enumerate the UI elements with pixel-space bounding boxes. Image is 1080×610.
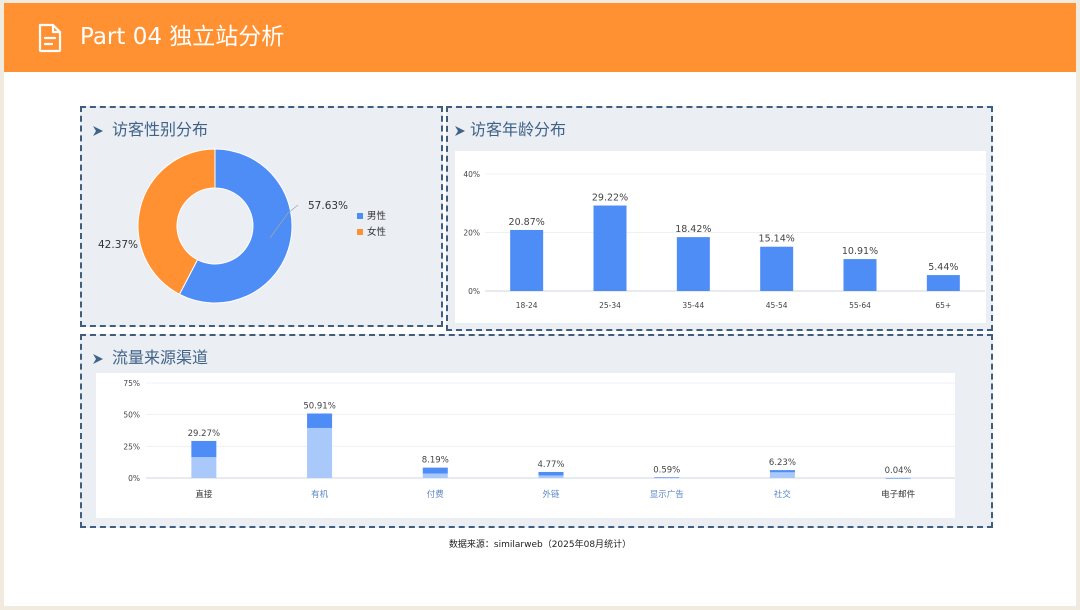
traffic-panel: 流量来源渠道 0% 25% 50% 75% 29.27% 直接 50.91% 有机 8.19% 付… <box>80 334 993 528</box>
y-tick-label-3: 75% <box>123 379 140 388</box>
y-tick-label-2: 40% <box>463 170 480 179</box>
age-panel: 访客年龄分布 0% 20% 40% 20.87% 18-24 29.22% 25-34 18.… <box>446 106 993 331</box>
header-bar: Part 04 独立站分析 <box>4 3 1076 72</box>
y-tick-label-0: 0% <box>128 474 140 483</box>
x-tick-label-0: 直接 <box>195 489 213 500</box>
legend-swatch-0 <box>357 213 363 219</box>
chevron-right-icon <box>455 126 465 136</box>
age-plot-area: 0% 20% 40% 20.87% 18-24 29.22% 25-34 18.42% 35-4… <box>455 151 986 323</box>
source-note: 数据来源：similarweb（2025年08月统计） <box>448 540 632 550</box>
data-label-0: 20.87% <box>509 217 545 228</box>
bar-upper-3 <box>538 471 564 476</box>
data-label-5: 6.23% <box>769 458 796 468</box>
legend-label-0: 男性 <box>367 210 387 222</box>
chevron-right-icon <box>93 354 103 364</box>
data-label-4: 10.91% <box>842 246 878 257</box>
y-tick-label-0: 0% <box>468 287 480 296</box>
bar-5 <box>926 275 960 291</box>
gender-chart: 57.63% 42.37% 男性女性 <box>98 148 387 304</box>
data-label-0: 29.27% <box>188 429 220 439</box>
y-tick-label-1: 20% <box>463 229 480 238</box>
age-panel-title: 访客年龄分布 <box>470 120 567 139</box>
data-label-4: 0.59% <box>653 465 680 475</box>
bar-lower-0 <box>191 457 217 478</box>
bar-1 <box>593 205 627 291</box>
traffic-chart: 0% 25% 50% 75% 29.27% 直接 50.91% 有机 8.19% 付费 4.77% 外… <box>123 379 956 500</box>
legend-label-1: 女性 <box>367 226 387 238</box>
bar-0 <box>510 229 544 291</box>
bar-3 <box>760 246 794 291</box>
bar-lower-1 <box>307 427 333 478</box>
data-label-1: 29.22% <box>592 193 628 204</box>
bar-lower-2 <box>422 473 448 478</box>
bar-lower-5 <box>769 472 795 478</box>
y-tick-label-2: 50% <box>123 411 140 420</box>
x-tick-label-5: 65+ <box>935 301 951 310</box>
bar-upper-4 <box>654 477 680 478</box>
x-tick-label-3: 外链 <box>542 489 560 500</box>
age-chart: 0% 20% 40% 20.87% 18-24 29.22% 25-34 18.42% 35-4… <box>463 170 985 310</box>
x-tick-label-1: 有机 <box>311 489 329 500</box>
x-tick-label-6: 电子邮件 <box>881 489 916 500</box>
data-label-5: 5.44% <box>928 262 958 273</box>
bar-upper-1 <box>307 413 333 428</box>
x-tick-label-2: 付费 <box>427 489 445 500</box>
gender-panel: 访客性别分布 57.63% 42.37% 男性 女性 <box>80 106 443 327</box>
data-label-2: 18.42% <box>675 224 711 235</box>
data-label-6: 0.04% <box>885 466 912 476</box>
x-tick-label-0: 18-24 <box>516 301 538 310</box>
document-icon <box>38 23 62 53</box>
x-tick-label-5: 社交 <box>774 489 792 500</box>
legend-swatch-1 <box>357 229 363 235</box>
bar-2 <box>676 237 710 291</box>
slide: Part 04 独立站分析 访客性别分布 57.63% 42.37% 男性 女性 访客… <box>4 3 1076 606</box>
x-tick-label-4: 55-64 <box>849 301 871 310</box>
bar-upper-0 <box>191 440 217 458</box>
bar-upper-6 <box>885 477 911 479</box>
x-tick-label-3: 45-54 <box>766 301 788 310</box>
y-tick-label-1: 25% <box>123 442 140 451</box>
x-tick-label-1: 25-34 <box>599 301 621 310</box>
bar-lower-3 <box>538 475 564 478</box>
bar-upper-5 <box>769 470 795 473</box>
slice-label-0: 57.63% <box>308 200 348 212</box>
data-label-1: 50.91% <box>303 402 335 412</box>
data-label-3: 4.77% <box>537 460 564 470</box>
data-label-2: 8.19% <box>422 456 449 466</box>
bar-upper-2 <box>422 467 448 474</box>
x-tick-label-2: 35-44 <box>682 301 704 310</box>
x-tick-label-4: 显示广告 <box>650 489 684 500</box>
data-label-3: 15.14% <box>759 234 795 245</box>
traffic-plot-area: 0% 25% 50% 75% 29.27% 直接 50.91% 有机 8.19% 付费 4.77% 外… <box>96 373 956 518</box>
slice-label-1: 42.37% <box>98 239 138 251</box>
page-title: Part 04 独立站分析 <box>80 24 285 50</box>
bar-4 <box>843 259 877 291</box>
traffic-panel-title: 流量来源渠道 <box>112 348 209 367</box>
